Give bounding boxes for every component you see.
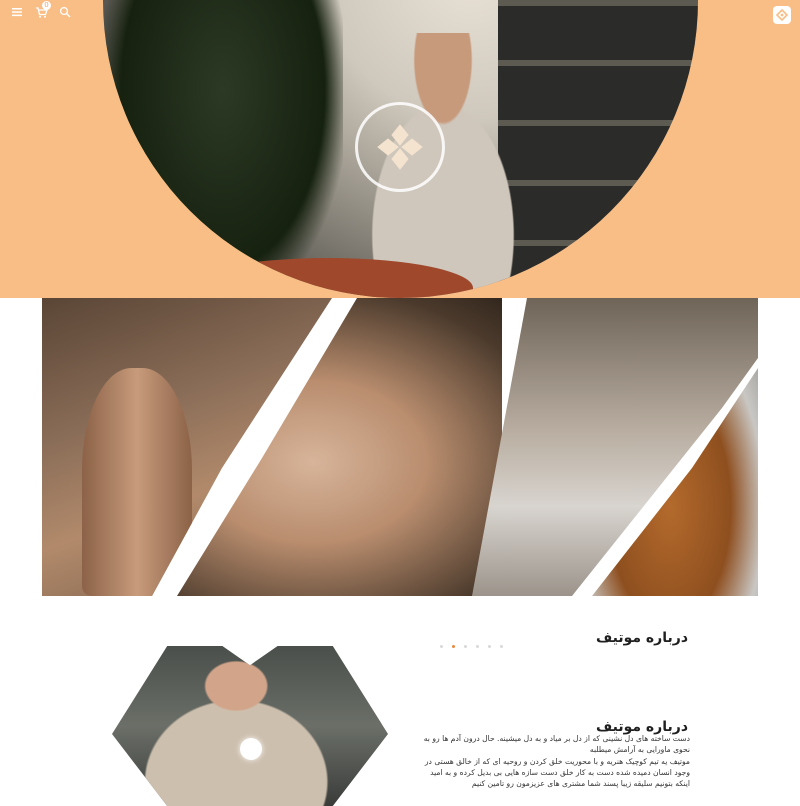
header-toolbar: 0 xyxy=(10,1,72,20)
slider-dots xyxy=(440,645,503,648)
vase-shape xyxy=(82,368,192,596)
slider-dot[interactable] xyxy=(464,645,467,648)
pottery-collage xyxy=(42,298,758,596)
hero-section: 0 xyxy=(0,0,800,298)
menu-icon[interactable] xyxy=(10,6,24,20)
brand-logo-icon[interactable] xyxy=(773,6,791,24)
slider-dot-active[interactable] xyxy=(452,645,455,648)
highlight-dot xyxy=(240,738,262,760)
about-description: دست ساخته های دل نشینی که از دل بر میاد … xyxy=(418,733,690,789)
about-photo-potter xyxy=(112,646,388,806)
about-paragraph-1: دست ساخته های دل نشینی که از دل بر میاد … xyxy=(423,734,690,755)
motif-logo-shape xyxy=(377,124,423,170)
slider-dot[interactable] xyxy=(500,645,503,648)
slider-dot[interactable] xyxy=(488,645,491,648)
search-icon[interactable] xyxy=(58,6,72,20)
motif-logo-icon xyxy=(355,102,445,192)
about-heading: درباره موتیف xyxy=(595,629,688,646)
plants-background xyxy=(103,0,343,298)
about-paragraph-2: موتیف یه تیم کوچیک هنریه و با محوریت خلق… xyxy=(424,756,690,789)
cart-icon[interactable]: 0 xyxy=(34,1,51,20)
cart-count-badge: 0 xyxy=(42,1,51,10)
slider-dot[interactable] xyxy=(476,645,479,648)
slider-dot[interactable] xyxy=(440,645,443,648)
